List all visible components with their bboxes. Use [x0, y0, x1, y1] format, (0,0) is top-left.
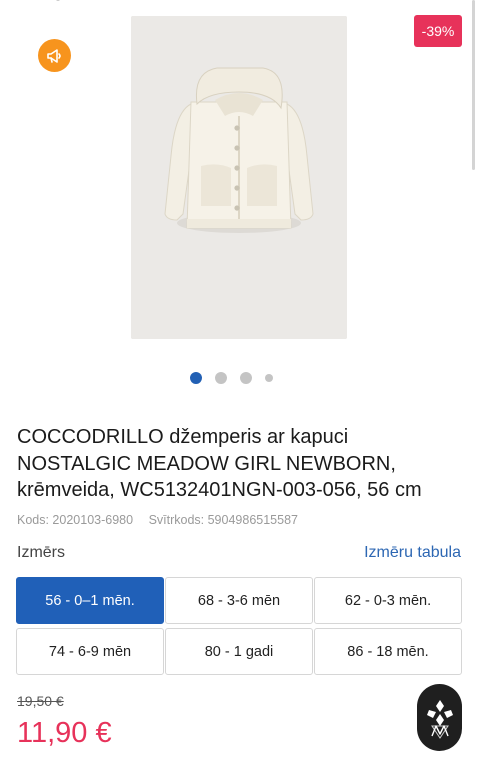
discount-badge: -39%	[414, 15, 462, 47]
megaphone-icon	[46, 48, 61, 63]
size-label: Izmērs	[17, 544, 65, 561]
scrollbar[interactable]	[472, 0, 475, 170]
brand-logo-icon	[426, 699, 453, 739]
product-title: COCCODRILLO džemperis ar kapuci NOSTALGI…	[17, 426, 422, 501]
pager-dot-2[interactable]	[215, 372, 227, 384]
current-price: 11,90 €	[17, 717, 112, 749]
product-gallery[interactable]: -39%	[0, 0, 478, 400]
product-codes: Kods: 2020103-6980 Svītrkods: 5904986515…	[17, 513, 298, 527]
cardigan-illustration	[131, 16, 347, 339]
promo-badge[interactable]	[38, 39, 71, 72]
old-price: 19,50 €	[17, 693, 64, 709]
pager-dot-3[interactable]	[240, 372, 252, 384]
product-barcode: Svītrkods: 5904986515587	[148, 513, 298, 527]
size-option-86[interactable]: 86 - 18 mēn.	[314, 628, 462, 675]
pager-dot-4[interactable]	[265, 374, 273, 382]
size-table-link[interactable]: Izmēru tabula	[364, 544, 461, 562]
size-options: 56 - 0–1 mēn. 68 - 3-6 mēn 62 - 0-3 mēn.…	[16, 577, 462, 675]
size-option-62[interactable]: 62 - 0-3 mēn.	[314, 577, 462, 624]
size-option-68[interactable]: 68 - 3-6 mēn	[165, 577, 313, 624]
product-code: Kods: 2020103-6980	[17, 513, 134, 527]
product-image[interactable]	[131, 16, 347, 339]
brand-chat-button[interactable]	[417, 684, 462, 751]
gallery-pager	[190, 371, 273, 385]
size-option-80[interactable]: 80 - 1 gadi	[165, 628, 313, 675]
size-option-74[interactable]: 74 - 6-9 mēn	[16, 628, 164, 675]
pager-dot-1[interactable]	[190, 372, 202, 384]
size-option-56[interactable]: 56 - 0–1 mēn.	[16, 577, 164, 624]
